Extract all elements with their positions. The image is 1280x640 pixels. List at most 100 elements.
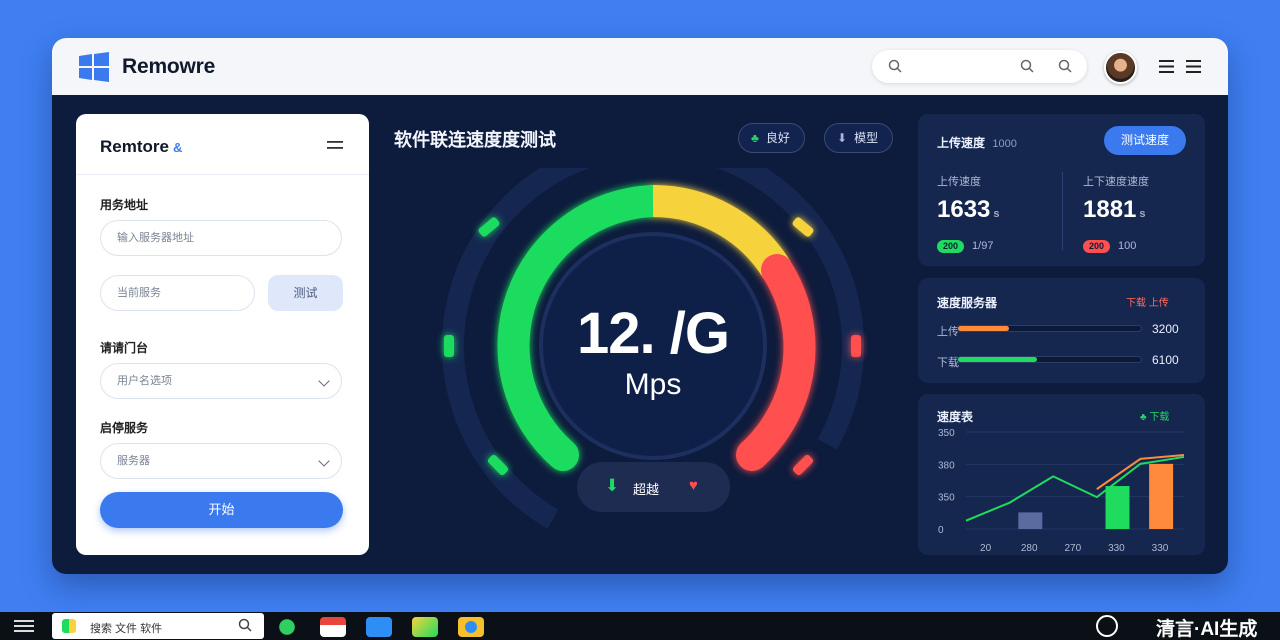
progress-fill xyxy=(958,326,1010,331)
store-app-icon[interactable] xyxy=(412,617,438,637)
upload-progress-bar xyxy=(957,325,1142,332)
gauge-tick xyxy=(851,335,861,357)
port-label: 请请门台 xyxy=(100,341,149,355)
app-title: Remowre xyxy=(122,55,216,78)
download-note: 100 xyxy=(1118,240,1137,252)
chevron-down-icon xyxy=(318,375,330,387)
card-title: 速度表 xyxy=(937,410,974,424)
download-value: 1881 s xyxy=(1083,196,1146,224)
mode-chip[interactable]: ⬇ 模型 xyxy=(824,123,894,153)
progress-value: 3200 xyxy=(1152,322,1179,336)
watermark-logo xyxy=(1096,615,1118,637)
panel-title-accent: & xyxy=(172,140,183,155)
test-button[interactable]: 测试 xyxy=(268,275,343,311)
calendar-app-icon[interactable] xyxy=(320,617,346,637)
card-title: 上传速度 1000 xyxy=(937,134,1017,151)
upload-speed-card: 上传速度 1000 测试速度 上传速度 1633 s 200 1/97 上下速度速度… xyxy=(918,114,1205,266)
search-app-icon xyxy=(62,619,76,633)
chart-bar xyxy=(1149,463,1174,529)
search-icon[interactable] xyxy=(1020,59,1035,74)
start-button[interactable]: 开始 xyxy=(100,492,343,528)
top-bar: Remowre xyxy=(52,38,1228,95)
x-tick-label: 330 xyxy=(1152,543,1169,554)
menu-icon[interactable] xyxy=(327,141,343,149)
browser-app-icon[interactable] xyxy=(458,617,484,637)
chart-legend-label: 下载 xyxy=(1149,412,1170,423)
user-select[interactable]: 用户名选项 xyxy=(100,363,342,399)
server-address-label: 用务地址 xyxy=(100,198,149,212)
windows-logo-icon xyxy=(79,52,109,82)
y-tick-label: 350 xyxy=(938,493,955,504)
card-title: 速度服务器 xyxy=(937,296,998,310)
status-toggle[interactable]: ⬇ 超越 ♥ xyxy=(577,462,730,512)
taskbar: 搜索 文件 软件 清言·AI生成 xyxy=(0,612,1280,640)
x-tick-label: 20 xyxy=(980,543,992,554)
chart-bar xyxy=(1018,512,1043,529)
heart-icon: ♥ xyxy=(689,477,698,494)
speed-unit: Mps xyxy=(624,368,682,401)
divider xyxy=(1062,172,1063,250)
upload-unit: s xyxy=(993,208,1000,220)
arrow-down-icon: ⬇ xyxy=(605,476,620,495)
upload-note: 1/97 xyxy=(972,240,994,252)
start-menu-icon[interactable] xyxy=(14,620,34,632)
download-progress-bar xyxy=(957,356,1142,363)
server-address-input[interactable]: 输入服务器地址 xyxy=(100,220,342,256)
download-value-number: 1881 xyxy=(1083,196,1137,223)
gauge-tick xyxy=(444,335,454,357)
menu-icon[interactable] xyxy=(1186,60,1201,73)
status-chip-good[interactable]: ♣ 良好 xyxy=(738,123,805,153)
list-icon[interactable] xyxy=(1159,60,1174,73)
progress-fill xyxy=(958,357,1037,362)
panel-title-text: Remtore xyxy=(100,137,169,156)
search-field[interactable] xyxy=(872,50,1087,83)
status-chip-good-label: 良好 xyxy=(765,131,790,145)
search-icon xyxy=(238,618,252,632)
server-select[interactable]: 服务器 xyxy=(100,443,342,479)
taskbar-search-text: 搜索 文件 软件 xyxy=(90,623,163,635)
chevron-down-icon xyxy=(318,455,330,467)
status-badge: 200 xyxy=(1083,240,1111,253)
user-avatar[interactable] xyxy=(1104,51,1137,84)
divider xyxy=(76,174,369,175)
download-unit: s xyxy=(1139,208,1146,220)
x-tick-label: 270 xyxy=(1064,543,1081,554)
speed-value: 12. /G xyxy=(577,301,730,366)
user-select-value: 用户名选项 xyxy=(117,375,172,387)
upload-label: 上传速度 xyxy=(937,176,981,188)
card-title-text: 上传速度 xyxy=(937,136,986,150)
speed-chart-card: 速度表 ♣ 下载 350 380 350 0 20 280 270 330 330 xyxy=(918,394,1205,555)
y-tick-label: 0 xyxy=(938,525,944,536)
current-service-input[interactable]: 当前服务 xyxy=(100,275,255,311)
mode-chip-label: 模型 xyxy=(854,131,879,145)
search-icon[interactable] xyxy=(1058,59,1073,74)
progress-value: 6100 xyxy=(1152,353,1179,367)
card-status: 下载 上传 xyxy=(1126,298,1169,309)
y-tick-label: 350 xyxy=(938,428,955,439)
search-icon xyxy=(888,59,902,73)
upload-meta: 200 1/97 xyxy=(937,236,993,254)
app-window: Remowre Remtore & 用务地址 输入服务器地址 当前服务 测试 请请… xyxy=(52,38,1228,574)
upload-value: 1633 s xyxy=(937,196,1000,224)
download-label: 上下速度速度 xyxy=(1083,176,1149,188)
progress-label: 下载 xyxy=(937,357,959,369)
gauge-tick xyxy=(792,454,814,476)
chart-bar xyxy=(1105,486,1130,529)
edge-app-icon[interactable] xyxy=(274,617,300,637)
download-meta: 200 100 xyxy=(1083,236,1136,254)
folder-app-icon[interactable] xyxy=(366,617,392,637)
settings-panel: Remtore & 用务地址 输入服务器地址 当前服务 测试 请请门台 用户名选项… xyxy=(76,114,369,555)
watermark-text: 清言·AI生成 xyxy=(1156,619,1258,640)
progress-label: 上传 xyxy=(937,326,959,338)
server-speed-card: 速度服务器 下载 上传 上传 3200 下载 6100 xyxy=(918,278,1205,383)
x-tick-label: 280 xyxy=(1021,543,1038,554)
x-tick-label: 330 xyxy=(1108,543,1125,554)
taskbar-search[interactable]: 搜索 文件 软件 xyxy=(52,613,264,639)
upload-value-number: 1633 xyxy=(937,196,991,223)
page-title: 软件联连速度度测试 xyxy=(394,130,556,150)
chart-legend: ♣ 下载 xyxy=(1140,412,1170,423)
test-speed-button[interactable]: 测试速度 xyxy=(1104,126,1186,155)
status-label: 超越 xyxy=(633,482,660,497)
status-badge: 200 xyxy=(937,240,965,253)
arrow-down-icon: ⬇ xyxy=(837,131,848,145)
